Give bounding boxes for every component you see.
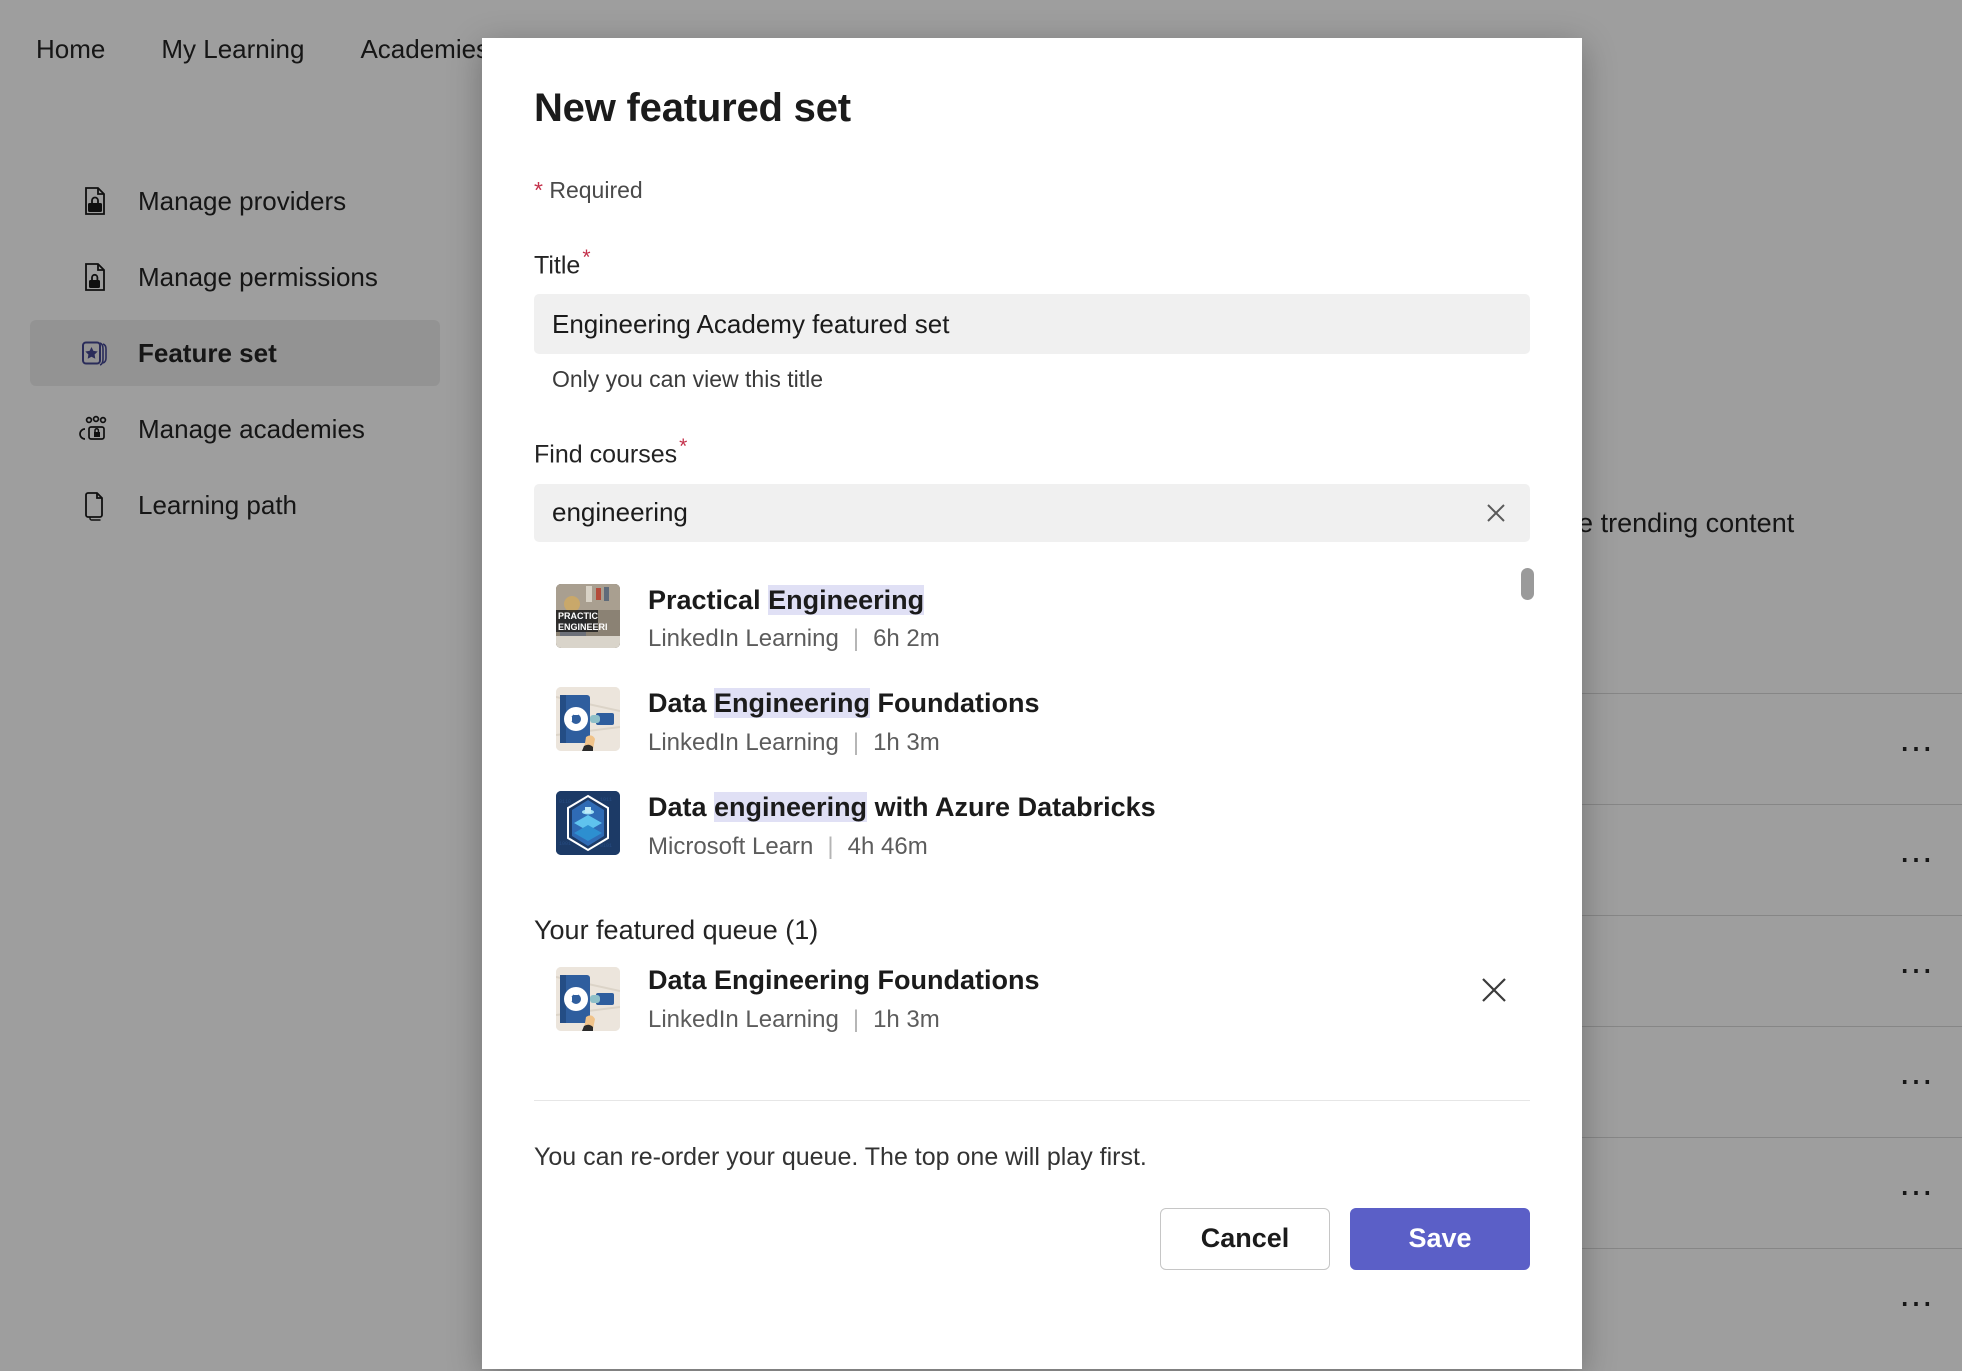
title-input[interactable]: Engineering Academy featured set [534, 294, 1530, 355]
results-scrollbar-thumb[interactable] [1521, 567, 1534, 600]
svg-text:1001: 1001 [559, 841, 571, 847]
required-asterisk: * [679, 435, 688, 459]
close-icon[interactable] [1476, 972, 1512, 1008]
title-field-label-text: Title [534, 251, 581, 280]
title-field-label: Title* [534, 246, 1530, 280]
required-note: * Required [534, 177, 1530, 204]
meta-separator: | [852, 729, 860, 757]
results-scrollbar[interactable] [1521, 567, 1536, 868]
course-result-item[interactable]: PRACTIC ENGINEERI Practical Engineering … [534, 568, 1530, 672]
course-title-after: with Azure Databricks [867, 792, 1156, 823]
course-result-item[interactable]: Data Engineering Foundations LinkedIn Le… [534, 671, 1530, 775]
course-duration: 4h 46m [847, 832, 928, 860]
queue-reorder-note: You can re-order your queue. The top one… [534, 1142, 1147, 1171]
course-title-before: Practical [648, 584, 769, 615]
featured-queue-item[interactable]: Data Engineering Foundations LinkedIn Le… [534, 946, 1530, 1052]
course-title-highlight: engineering [714, 792, 868, 823]
blue-gear-illustration [556, 966, 620, 1031]
find-courses-label: Find courses* [534, 435, 1530, 469]
close-icon[interactable] [1476, 493, 1516, 533]
svg-text:0110: 0110 [559, 799, 571, 805]
find-courses-input[interactable]: engineering [534, 483, 1530, 542]
featured-queue-heading: Your featured queue (1) [534, 914, 819, 945]
course-results-list: PRACTIC ENGINEERI Practical Engineering … [534, 567, 1534, 879]
queue-item-title: Data Engineering Foundations [648, 964, 1040, 995]
course-result-item[interactable]: 0110 1011 1001 0101 Data engineering wit… [534, 775, 1530, 879]
blue-gear-illustration [556, 687, 620, 752]
cancel-button[interactable]: Cancel [1160, 1207, 1330, 1270]
course-title: Practical Engineering [648, 584, 925, 615]
course-title: Data engineering with Azure Databricks [648, 792, 1156, 823]
title-input-value: Engineering Academy featured set [552, 308, 950, 339]
title-field-hint: Only you can view this title [552, 366, 824, 393]
meta-separator: | [852, 1005, 860, 1033]
course-meta: Microsoft Learn | 4h 46m [648, 833, 1156, 861]
practical-engineering-photo: PRACTIC ENGINEERI [556, 583, 620, 648]
required-asterisk: * [582, 246, 591, 269]
course-title: Data Engineering Foundations [648, 688, 1040, 719]
new-featured-set-dialog: New featured set * Required Title* Engin… [482, 38, 1582, 1369]
dialog-title: New featured set [534, 86, 851, 130]
meta-separator: | [852, 625, 860, 653]
footer-divider [534, 1099, 1530, 1101]
course-provider: LinkedIn Learning [648, 729, 839, 757]
meta-separator: | [827, 832, 834, 860]
queue-item-meta: LinkedIn Learning | 1h 3m [648, 1006, 1040, 1034]
course-title-before: Data [648, 688, 715, 719]
required-note-text: Required [549, 177, 643, 203]
find-courses-value: engineering [552, 497, 688, 528]
course-provider: LinkedIn Learning [648, 625, 839, 653]
course-meta: LinkedIn Learning | 1h 3m [648, 729, 1040, 757]
svg-text:1011: 1011 [600, 797, 612, 803]
dialog-actions: Cancel Save [534, 1207, 1530, 1270]
queue-item-duration: 1h 3m [873, 1005, 940, 1033]
course-title-after: Foundations [870, 688, 1040, 719]
azure-databricks-hexagon: 0110 1011 1001 0101 [556, 791, 620, 856]
required-asterisk: * [534, 177, 543, 203]
course-title-highlight: Engineering [768, 584, 925, 615]
app-root: Home My Learning Academies Manage provid… [0, 0, 1962, 1371]
queue-item-provider: LinkedIn Learning [648, 1005, 839, 1033]
svg-text:ENGINEERI: ENGINEERI [558, 622, 608, 632]
course-title-before: Data [648, 792, 715, 823]
save-button[interactable]: Save [1350, 1207, 1530, 1270]
svg-text:0101: 0101 [600, 843, 612, 849]
course-title-highlight: Engineering [714, 688, 871, 719]
course-meta: LinkedIn Learning | 6h 2m [648, 625, 940, 653]
course-duration: 6h 2m [873, 625, 940, 653]
course-duration: 1h 3m [873, 729, 940, 757]
svg-text:PRACTIC: PRACTIC [558, 611, 598, 621]
find-courses-label-text: Find courses [534, 440, 678, 469]
course-provider: Microsoft Learn [648, 832, 814, 860]
